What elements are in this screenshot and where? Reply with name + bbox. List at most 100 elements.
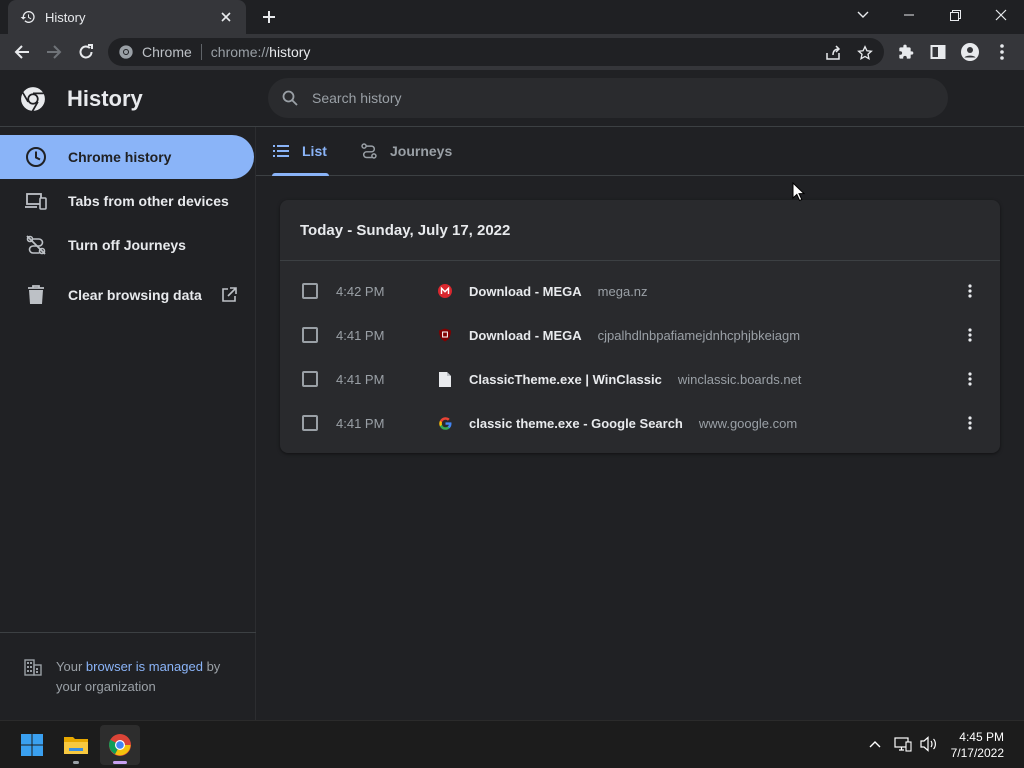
visit-time: 4:41 PM — [336, 415, 385, 431]
page-domain: www.google.com — [698, 415, 798, 431]
history-row[interactable]: 4:41 PM classic theme.exe - Google Searc… — [280, 401, 1000, 445]
back-button[interactable] — [8, 38, 36, 66]
extensions-puzzle-icon[interactable] — [894, 40, 918, 64]
page-title-text: Download - MEGA — [469, 283, 582, 299]
tab-label: List — [302, 143, 327, 159]
page-domain: mega.nz — [597, 283, 648, 299]
url-scheme: chrome:// — [210, 44, 270, 60]
history-link[interactable]: ClassicTheme.exe | WinClassic winclassic.… — [469, 372, 801, 387]
chrome-menu-icon[interactable] — [990, 40, 1014, 64]
network-icon[interactable] — [892, 733, 914, 755]
sidebar-item-tabs-other-devices[interactable]: Tabs from other devices — [0, 179, 254, 223]
row-checkbox[interactable] — [302, 371, 318, 387]
chrome-site-icon — [119, 45, 133, 59]
page-title: History — [67, 86, 143, 111]
visit-time: 4:41 PM — [336, 371, 385, 387]
history-row[interactable]: 4:41 PM ClassicTheme.exe | WinClassic win… — [280, 357, 1000, 401]
page-title-text: ClassicTheme.exe | WinClassic — [469, 371, 662, 387]
building-icon — [24, 659, 42, 676]
share-icon[interactable] — [824, 44, 842, 62]
site-label: Chrome — [142, 44, 192, 60]
clock-date: 7/17/2022 — [950, 746, 1004, 760]
close-window-button[interactable] — [978, 0, 1024, 30]
row-checkbox[interactable] — [302, 327, 318, 343]
address-bar[interactable]: Chrome chrome://history — [108, 38, 884, 66]
bookmark-star-icon[interactable] — [856, 44, 874, 62]
sidebar: Chrome history Tabs from other devices T… — [0, 127, 256, 720]
tab-journeys[interactable]: Journeys — [360, 127, 452, 175]
sidebar-item-label: Tabs from other devices — [68, 193, 229, 209]
url-host: history — [269, 44, 311, 60]
page-domain: winclassic.boards.net — [677, 371, 802, 387]
volume-icon[interactable] — [918, 733, 940, 755]
minimize-button[interactable] — [886, 0, 932, 30]
chrome-logo-icon — [21, 87, 45, 112]
history-row[interactable]: 4:42 PM Download - MEGA mega.nz — [280, 269, 1000, 313]
mouse-cursor-icon — [792, 182, 805, 202]
row-checkbox[interactable] — [302, 283, 318, 299]
history-view-tabs: List Journeys — [256, 127, 1024, 176]
file-explorer-button[interactable] — [56, 725, 96, 765]
row-menu-icon[interactable] — [960, 367, 980, 391]
restore-button[interactable] — [932, 0, 978, 30]
page-title-text: classic theme.exe - Google Search — [469, 415, 683, 431]
page-title-text: Download - MEGA — [469, 327, 582, 343]
row-menu-icon[interactable] — [960, 411, 980, 435]
browser-tab-history[interactable]: History — [8, 0, 246, 34]
visit-time: 4:41 PM — [336, 327, 385, 343]
tab-strip: History — [0, 0, 1024, 34]
browser-tab-title: History — [45, 9, 86, 25]
history-row[interactable]: 4:41 PM Download - MEGA cjpalhdlnbpafiame… — [280, 313, 1000, 357]
new-tab-button[interactable] — [258, 6, 280, 28]
show-hidden-icons-chevron-up-icon[interactable] — [864, 733, 886, 755]
running-indicator — [73, 761, 79, 764]
windows-logo-icon — [21, 734, 43, 756]
chrome-icon — [109, 734, 131, 756]
journeys-icon — [360, 142, 378, 160]
list-icon — [272, 142, 290, 160]
close-tab-icon[interactable] — [216, 7, 236, 27]
history-link[interactable]: classic theme.exe - Google Search www.goo… — [469, 416, 797, 431]
sidebar-item-label: Clear browsing data — [68, 287, 202, 303]
page-domain: cjpalhdlnbpafiamejdnhcphjbkeiagm — [597, 327, 801, 343]
system-clock[interactable]: 4:45 PM 7/17/2022 — [951, 729, 1004, 761]
document-icon — [437, 371, 453, 387]
sidebar-item-clear-browsing-data[interactable]: Clear browsing data — [0, 273, 254, 317]
google-icon — [437, 415, 453, 431]
ublock-icon — [437, 327, 453, 343]
clock-icon — [24, 145, 48, 169]
start-button[interactable] — [12, 725, 52, 765]
sidebar-item-chrome-history[interactable]: Chrome history — [0, 135, 254, 179]
sidebar-item-turn-off-journeys[interactable]: Turn off Journeys — [0, 223, 254, 267]
managed-prefix: Your — [56, 659, 86, 674]
clock-time: 4:45 PM — [959, 730, 1004, 744]
forward-button[interactable] — [40, 38, 68, 66]
trash-icon — [24, 283, 48, 307]
managed-browser-notice: Your browser is managed by your organiza… — [0, 632, 256, 697]
visit-time: 4:42 PM — [336, 283, 385, 299]
omnibox-separator — [200, 44, 202, 60]
browser-managed-link[interactable]: browser is managed — [86, 659, 203, 674]
search-history-input[interactable] — [312, 90, 912, 106]
chrome-taskbar-button[interactable] — [100, 725, 140, 765]
tab-list[interactable]: List — [272, 127, 329, 176]
row-menu-icon[interactable] — [960, 323, 980, 347]
open-in-new-icon — [220, 286, 238, 304]
search-icon — [282, 90, 298, 106]
folder-icon — [64, 737, 88, 754]
taskbar: 4:45 PM 7/17/2022 — [0, 720, 1024, 768]
history-page-header: History — [0, 70, 1024, 127]
sidebar-item-label: Turn off Journeys — [68, 237, 186, 253]
history-link[interactable]: Download - MEGA mega.nz — [469, 284, 648, 299]
tab-search-chevron-down-icon[interactable] — [840, 0, 886, 30]
date-header: Today - Sunday, July 17, 2022 — [280, 200, 1000, 261]
profile-avatar-icon[interactable] — [958, 40, 982, 64]
active-indicator — [113, 761, 127, 764]
history-link[interactable]: Download - MEGA cjpalhdlnbpafiamejdnhcphj… — [469, 328, 800, 343]
side-panel-icon[interactable] — [926, 40, 950, 64]
row-menu-icon[interactable] — [960, 279, 980, 303]
search-box[interactable] — [268, 78, 948, 118]
devices-icon — [24, 189, 48, 213]
reload-button[interactable] — [72, 38, 100, 66]
row-checkbox[interactable] — [302, 415, 318, 431]
